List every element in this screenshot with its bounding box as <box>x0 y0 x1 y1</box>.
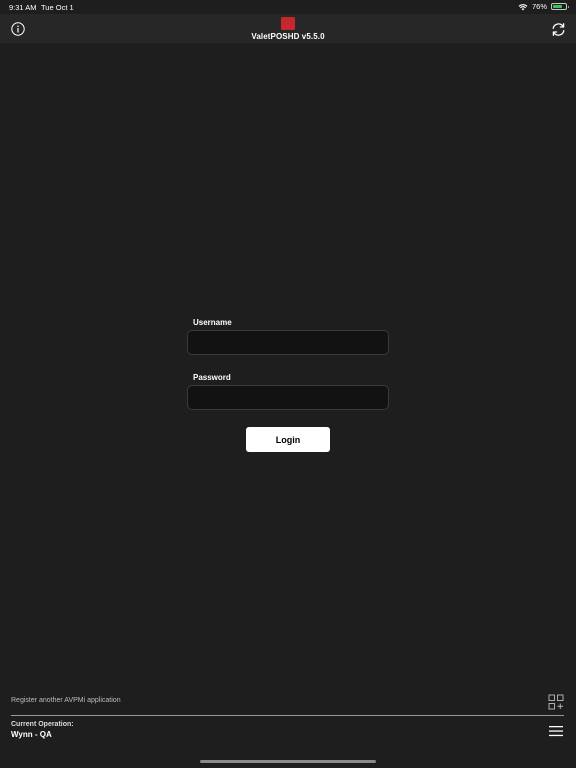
username-label: Username <box>193 318 232 327</box>
current-operation-label: Current Operation: <box>11 721 74 728</box>
password-label: Password <box>193 373 231 382</box>
battery-percent: 76% <box>531 2 547 11</box>
wifi-icon <box>518 3 528 10</box>
menu-icon[interactable] <box>549 725 563 737</box>
refresh-icon[interactable] <box>551 22 566 37</box>
status-date: Tue Oct 1 <box>41 3 74 12</box>
register-application-link[interactable]: Register another AVPMi application <box>11 697 121 704</box>
login-button[interactable]: Login <box>246 427 330 452</box>
nav-bar: ValetPOSHD v5.5.0 <box>0 14 576 43</box>
grid-add-icon[interactable] <box>548 694 564 710</box>
status-indicators: 76% <box>518 2 569 11</box>
login-form: Username Password Login <box>187 318 389 452</box>
status-bar: 9:31 AM Tue Oct 1 76% <box>0 0 576 14</box>
home-indicator[interactable] <box>200 760 376 763</box>
current-operation-value: Wynn - QA <box>11 730 52 739</box>
page-title: ValetPOSHD v5.5.0 <box>251 32 325 41</box>
battery-icon <box>551 3 569 10</box>
username-field[interactable] <box>187 330 389 355</box>
battery-fill <box>553 5 563 8</box>
password-field[interactable] <box>187 385 389 410</box>
app-logo <box>281 17 295 30</box>
status-time: 9:31 AM <box>9 3 37 12</box>
footer-divider <box>11 715 564 716</box>
battery-cap <box>567 5 569 8</box>
